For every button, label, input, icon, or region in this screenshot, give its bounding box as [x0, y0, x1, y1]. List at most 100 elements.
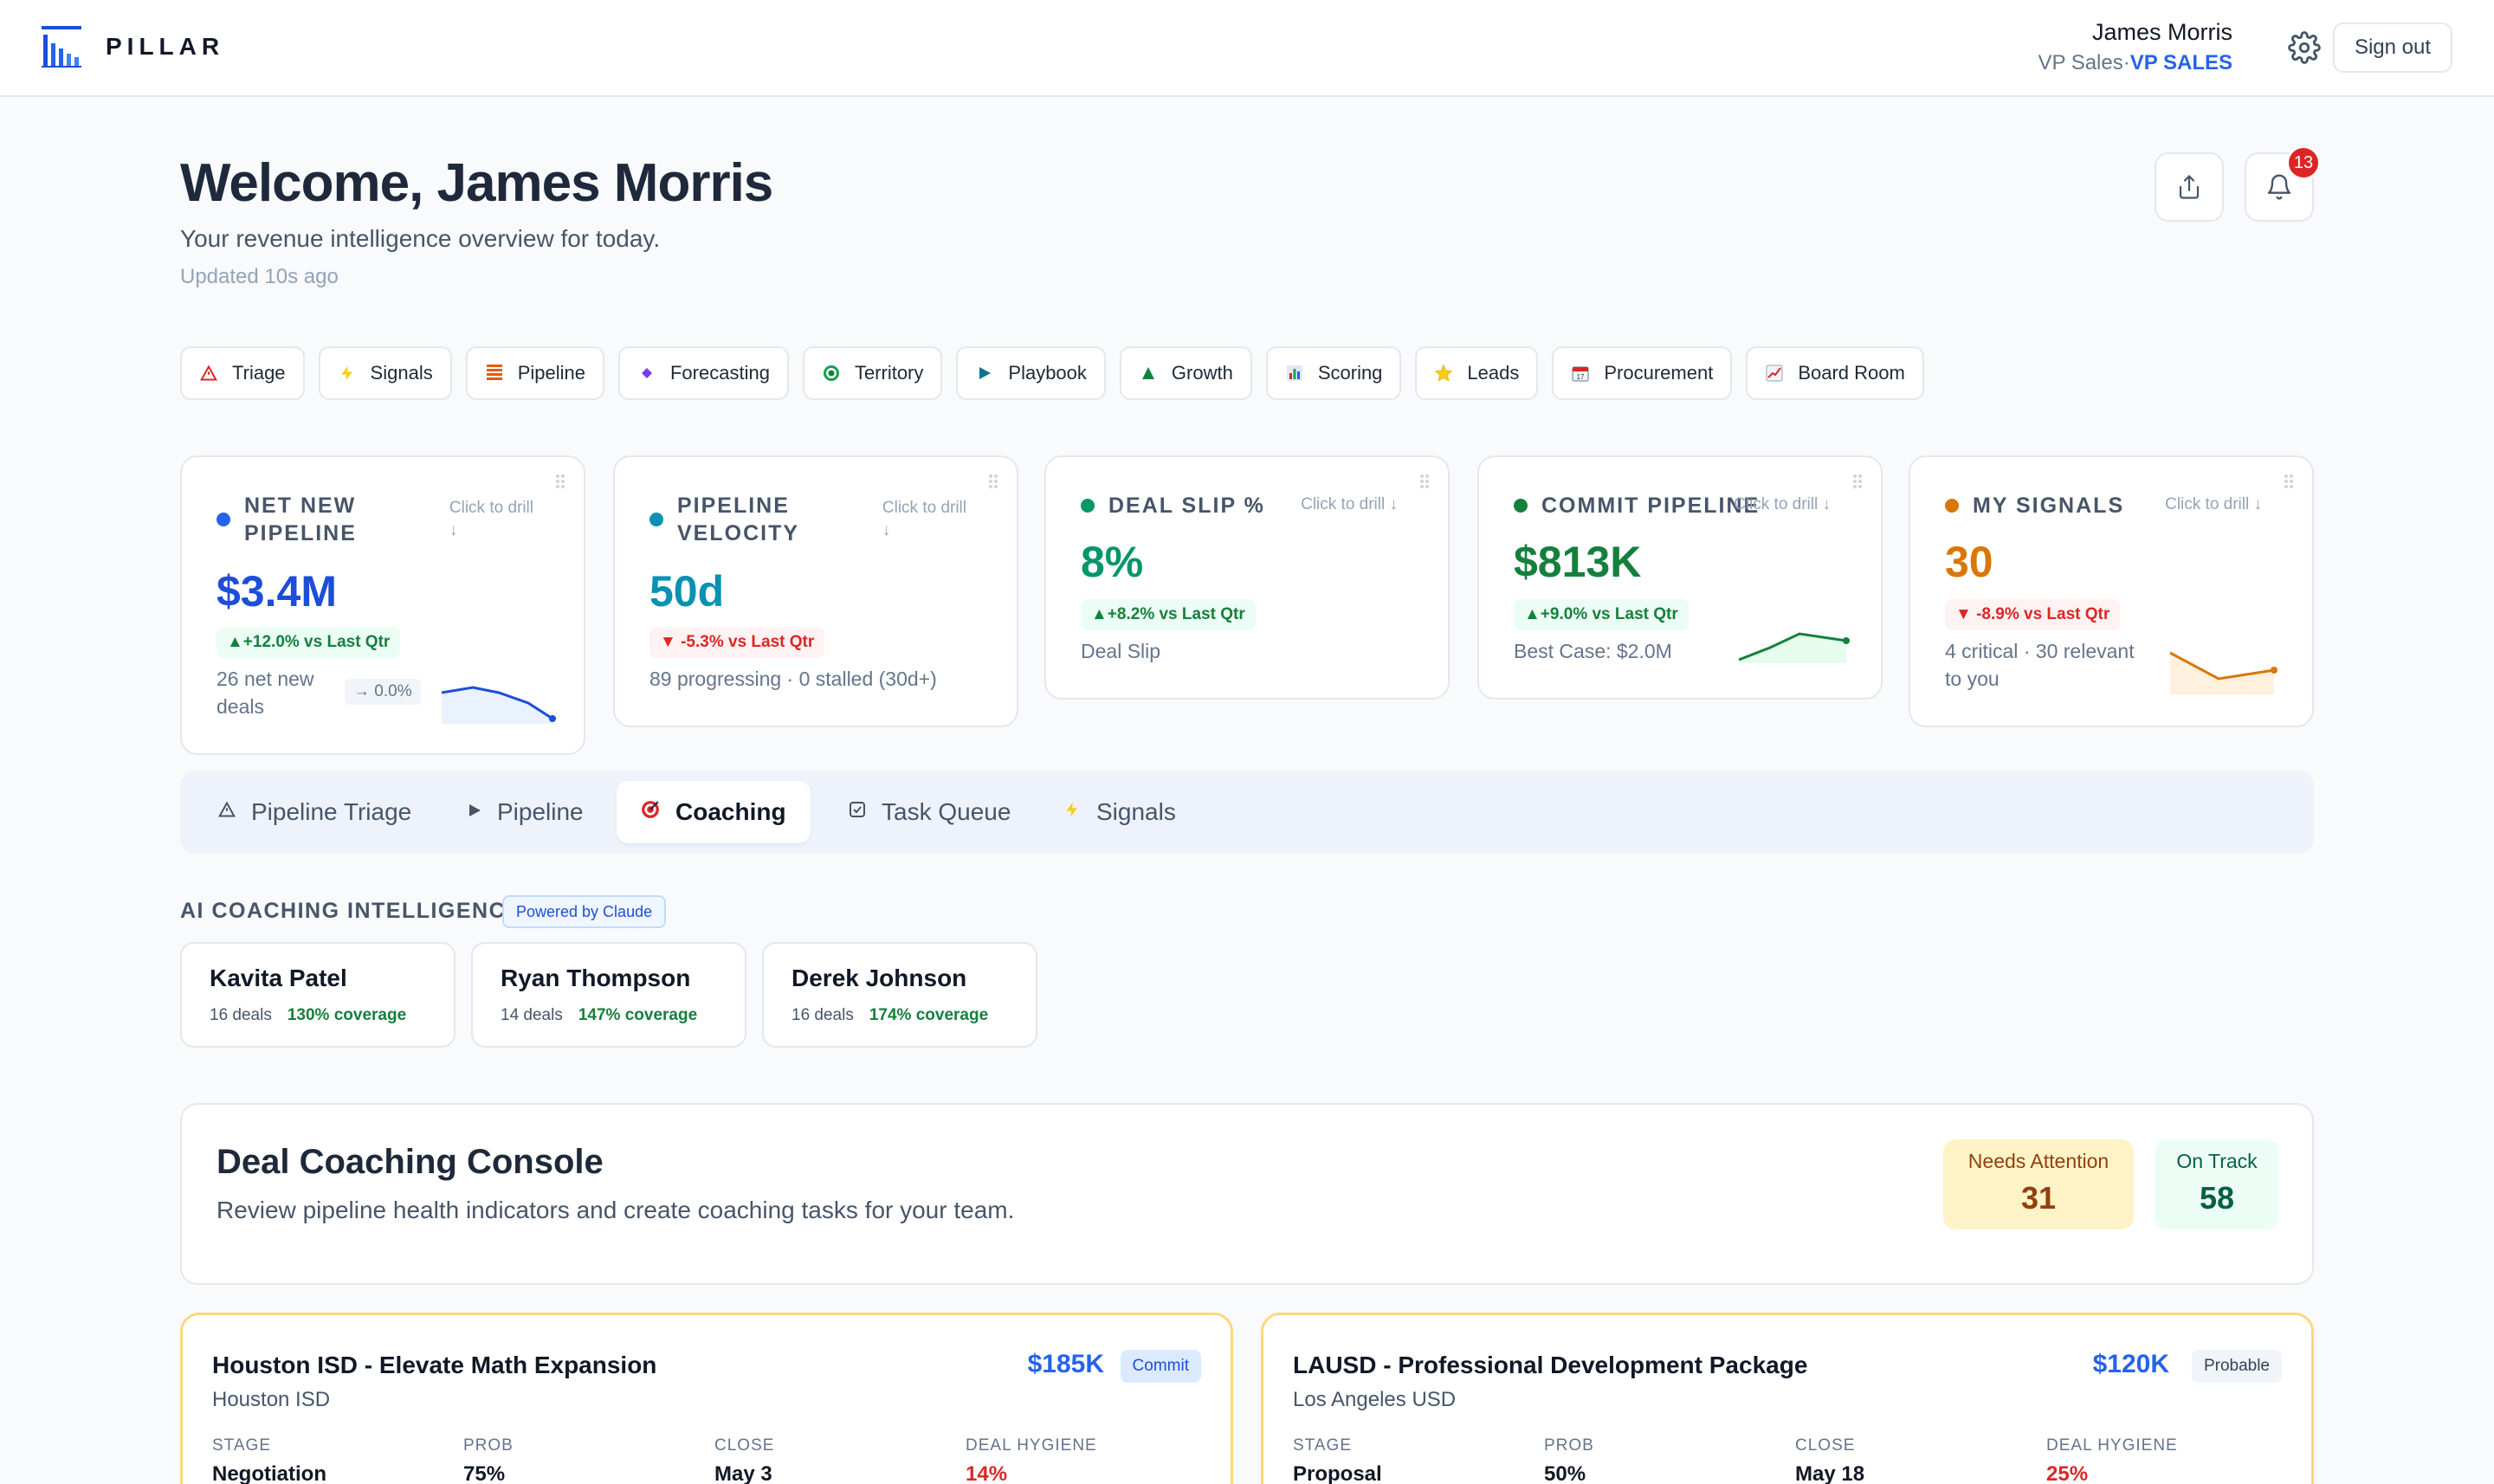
svg-text:17: 17: [1577, 373, 1585, 381]
chip-label: Procurement: [1604, 362, 1714, 384]
rep-card[interactable]: Ryan Thompson 14 deals 147% coverage: [471, 942, 746, 1048]
kpi-note: 89 progressing · 0 stalled (30d+): [649, 668, 937, 690]
kpi-deal-slip[interactable]: DEAL SLIP % Click to drill ↓ 8% ▲+8.2% v…: [1044, 455, 1450, 700]
warning-icon: [217, 801, 236, 823]
rep-stats: 16 deals 174% coverage: [791, 1006, 989, 1024]
deal-org: Houston ISD: [212, 1388, 331, 1411]
chip-growth[interactable]: Growth: [1119, 346, 1252, 400]
updated-timestamp: Updated 10s ago: [180, 265, 339, 288]
app-logo[interactable]: PILLAR: [40, 24, 224, 69]
deal-card[interactable]: LAUSD - Professional Development Package…: [1261, 1313, 2314, 1484]
user-role-badge: VP SALES: [2129, 51, 2232, 74]
chip-scoring[interactable]: Scoring: [1265, 346, 1402, 400]
checkbox-icon: [849, 801, 866, 823]
kpi-value: $3.4M: [216, 567, 337, 616]
chip-pipeline[interactable]: Pipeline: [465, 346, 604, 400]
rep-name: Derek Johnson: [791, 965, 967, 991]
chip-label: Pipeline: [517, 362, 585, 384]
pillar-logo-icon: [40, 24, 85, 69]
stat-value: 58: [2199, 1180, 2235, 1216]
stat-label: On Track: [2176, 1150, 2258, 1172]
deal-probability: PROB 75%: [463, 1436, 514, 1484]
calendar-icon: 17: [1571, 364, 1590, 383]
chip-label: Playbook: [1008, 362, 1087, 384]
tab-task-queue[interactable]: Task Queue: [824, 781, 1035, 843]
kpi-label: MY SIGNALS: [1973, 494, 2125, 518]
quick-links: Triage Signals Pipeline Forecasting Terr…: [180, 346, 1924, 400]
notification-count-badge: 13: [2286, 145, 2321, 180]
status-dot: [649, 513, 663, 526]
needs-attention-filter[interactable]: Needs Attention 31: [1943, 1139, 2134, 1229]
chip-procurement[interactable]: 17 Procurement: [1552, 346, 1733, 400]
deal-stage: STAGE Proposal: [1293, 1436, 1382, 1484]
drag-handle-icon[interactable]: [554, 473, 566, 490]
powered-by-badge: Powered by Claude: [502, 895, 667, 928]
kpi-note: 4 critical · 30 relevant to you: [1945, 640, 2135, 690]
chip-label: Signals: [370, 362, 433, 384]
user-info: James Morris VP Sales·VP SALES: [2038, 19, 2232, 75]
kpi-label: DEAL SLIP %: [1108, 494, 1265, 518]
top-nav: PILLAR James Morris VP Sales·VP SALES Si…: [0, 0, 2494, 97]
lightning-icon: [338, 364, 357, 383]
rep-stats: 14 deals 147% coverage: [501, 1006, 698, 1024]
tab-coaching[interactable]: Coaching: [617, 781, 811, 843]
drill-hint: Click to drill ↓: [1734, 495, 1831, 513]
kpi-note: 26 net new deals: [216, 668, 314, 718]
deal-title: Houston ISD - Elevate Math Expansion: [212, 1352, 657, 1378]
stat-value: 31: [2020, 1180, 2057, 1216]
play-icon: [468, 803, 481, 823]
chip-triage[interactable]: Triage: [180, 346, 305, 400]
kpi-label: PIPELINE VELOCITY: [677, 494, 800, 545]
rep-card[interactable]: Kavita Patel 16 deals 130% coverage: [180, 942, 456, 1048]
kpi-note: Best Case: $2.0M: [1514, 640, 1672, 662]
deal-stage: STAGE Negotiation: [212, 1436, 326, 1484]
share-button[interactable]: [2155, 152, 2224, 222]
chip-board-room[interactable]: Board Room: [1746, 346, 1924, 400]
kpi-commit-pipeline[interactable]: COMMIT PIPELINE Click to drill ↓ $813K ▲…: [1477, 455, 1883, 700]
deal-title: LAUSD - Professional Development Package: [1293, 1352, 1808, 1378]
kpi-net-new-pipeline[interactable]: NET NEW PIPELINE Click to drill ↓ $3.4M ▲+…: [180, 455, 585, 755]
chip-playbook[interactable]: Playbook: [956, 346, 1106, 400]
dashboard-tabs: Pipeline Triage Pipeline Coaching Task Q…: [180, 771, 2314, 854]
forecast-category-badge: Probable: [2191, 1350, 2282, 1383]
kpi-my-signals[interactable]: MY SIGNALS Click to drill ↓ 30 ▼ -8.9% v…: [1909, 455, 2314, 727]
status-dot: [1945, 499, 1959, 513]
triangle-up-icon: [1139, 364, 1158, 383]
sign-out-button[interactable]: Sign out: [2333, 23, 2452, 73]
section-title: AI COACHING INTELLIGENCE: [180, 899, 522, 923]
tab-label: Signals: [1096, 798, 1176, 825]
bell-icon: [2267, 174, 2291, 200]
user-name: James Morris: [2091, 19, 2232, 45]
chip-label: Territory: [854, 362, 924, 384]
trend-chart-icon: [1765, 364, 1784, 383]
gear-icon[interactable]: [2288, 31, 2321, 64]
chip-signals[interactable]: Signals: [318, 346, 452, 400]
chip-territory[interactable]: Territory: [802, 346, 943, 400]
status-dot: [1081, 499, 1095, 513]
rep-card[interactable]: Derek Johnson 16 deals 174% coverage: [762, 942, 1037, 1048]
deal-close-date: CLOSE May 3: [714, 1436, 775, 1484]
deal-probability: PROB 50%: [1544, 1436, 1594, 1484]
share-icon: [2179, 175, 2200, 199]
deal-card[interactable]: Houston ISD - Elevate Math Expansion Hou…: [180, 1313, 1233, 1484]
kpi-mini-delta: → 0.0%: [345, 679, 421, 705]
tab-signals[interactable]: Signals: [1039, 781, 1200, 843]
deal-close-date: CLOSE May 18: [1795, 1436, 1865, 1484]
chip-leads[interactable]: Leads: [1415, 346, 1539, 400]
user-role: VP Sales·VP SALES: [2038, 51, 2232, 75]
sparkline: [2169, 651, 2278, 694]
rep-name: Kavita Patel: [210, 965, 347, 991]
drag-handle-icon[interactable]: [1418, 473, 1431, 490]
tab-pipeline-triage[interactable]: Pipeline Triage: [194, 781, 436, 843]
drag-handle-icon[interactable]: [2283, 473, 2295, 490]
kpi-pipeline-velocity[interactable]: PIPELINE VELOCITY Click to drill ↓ 50d ▼ -…: [613, 455, 1018, 727]
star-icon: [1434, 364, 1453, 383]
tab-label: Pipeline Triage: [251, 798, 412, 825]
tab-pipeline[interactable]: Pipeline: [443, 781, 608, 843]
drag-handle-icon[interactable]: [1851, 473, 1864, 490]
kpi-value: 50d: [649, 567, 725, 616]
on-track-filter[interactable]: On Track 58: [2155, 1139, 2279, 1229]
kpi-label: COMMIT PIPELINE: [1541, 494, 1761, 518]
drag-handle-icon[interactable]: [987, 473, 999, 490]
chip-forecasting[interactable]: Forecasting: [617, 346, 789, 400]
